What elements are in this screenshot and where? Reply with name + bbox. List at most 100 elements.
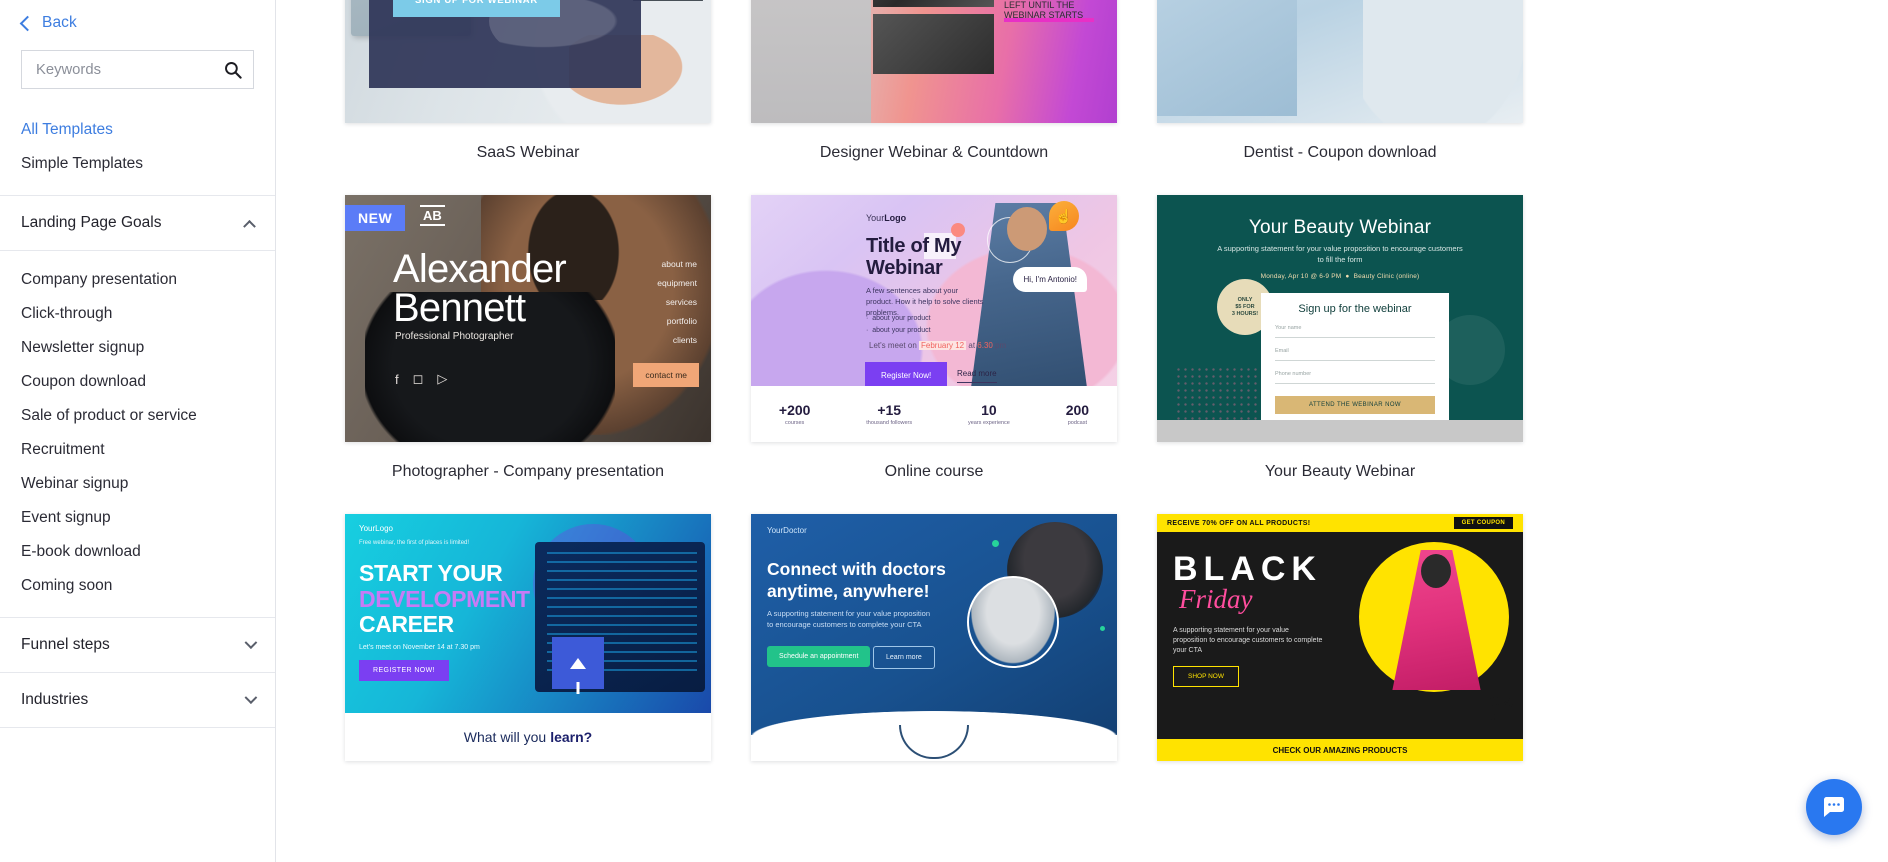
- template-heading: Your Beauty Webinar: [1248, 217, 1432, 238]
- heading-line-1: Alexander: [393, 247, 567, 291]
- template-thumbnail[interactable]: ☝ YourLogo Title of My Webinar A few sen…: [751, 195, 1117, 442]
- template-content-panel: Webinar Exclusive insights into next-gen…: [369, 0, 669, 88]
- decor-head: [1007, 207, 1047, 251]
- template-thumbnail[interactable]: NEW AB Alexander Bennett Professional Ph…: [345, 195, 711, 442]
- template-thumbnail[interactable]: RECEIVE 70% OFF ON ALL PRODUCTS! GET COU…: [1157, 514, 1523, 761]
- template-grid: Webinar Exclusive insights into next-gen…: [276, 0, 1523, 813]
- template-card[interactable]: NEW AB Alexander Bennett Professional Ph…: [345, 195, 711, 514]
- heading-line-1: Title of My: [866, 235, 962, 257]
- template-paragraph: A supporting statement for your value pr…: [767, 609, 931, 629]
- heading-line-2: Webinar: [866, 257, 943, 279]
- countdown-caption: LEFT UNTIL THE WEBINAR STARTS: [1004, 0, 1084, 20]
- logo-prefix: Your: [866, 213, 885, 223]
- back-button[interactable]: Back: [0, 0, 275, 32]
- template-stats-row: +200 courses +15 thousand followers 10 y…: [751, 386, 1117, 442]
- template-gallery-page: Back All Templates Simple Templates Land…: [0, 0, 1888, 862]
- sidebar-item-event-signup[interactable]: Event signup: [0, 501, 275, 535]
- form-title: Sign up for the webinar: [1298, 303, 1412, 315]
- section-industries[interactable]: Industries: [0, 673, 275, 728]
- heading-line-1: Connect with doctors: [767, 559, 946, 579]
- promo-banner: RECEIVE 70% OFF ON ALL PRODUCTS! GET COU…: [1157, 514, 1523, 532]
- template-thumbnail[interactable]: YourDoctor Connect with doctors anytime,…: [751, 514, 1117, 761]
- stat-item: +200 courses: [779, 402, 811, 426]
- template-card[interactable]: YourLogo Free webinar, the first of plac…: [345, 514, 711, 813]
- sidebar-item-sale-of-product[interactable]: Sale of product or service: [0, 399, 275, 433]
- template-card-title: SaaS Webinar: [476, 144, 580, 161]
- search-icon[interactable]: [224, 61, 242, 79]
- sidebar-item-company-presentation[interactable]: Company presentation: [0, 263, 275, 297]
- sidebar-item-simple-templates[interactable]: Simple Templates: [0, 147, 275, 181]
- template-card[interactable]: ☝ YourLogo Title of My Webinar A few sen…: [751, 195, 1117, 514]
- template-card[interactable]: YourDoctor Connect with doctors anytime,…: [751, 514, 1117, 813]
- template-cta-button: REGISTER NOW!: [359, 660, 449, 681]
- template-note: Free webinar, the first of places is lim…: [359, 540, 470, 546]
- decor-head: [1421, 554, 1451, 588]
- scroll-to-top-button[interactable]: [552, 637, 604, 694]
- template-date: Let's meet on November 14 at 7.30 pm: [359, 644, 480, 651]
- template-cta-secondary: Read more: [957, 369, 997, 383]
- template-paragraph: A supporting statement for your value pr…: [1173, 627, 1323, 654]
- sidebar-item-all-templates[interactable]: All Templates: [0, 113, 275, 147]
- chat-widget-button[interactable]: [1806, 779, 1862, 835]
- template-thumbnail[interactable]: INNOVATION: A LIVE WEBINAR JOIN US FOR E…: [751, 0, 1117, 123]
- section-landing-page-goals[interactable]: Landing Page Goals: [0, 196, 275, 251]
- template-nav-menu: about me equipment services portfolio cl…: [657, 255, 697, 350]
- filter-sidebar: Back All Templates Simple Templates Land…: [0, 0, 276, 862]
- promo-text: RECEIVE 70% OFF ON ALL PRODUCTS!: [1167, 519, 1311, 527]
- template-cta-secondary: Learn more: [873, 646, 935, 669]
- logo-bold: Logo: [884, 213, 907, 223]
- decor-glove: [1363, 0, 1523, 123]
- chevron-down-icon: [244, 635, 258, 649]
- template-card-title: [751, 761, 1117, 813]
- template-card-title: Photographer - Company presentation: [391, 463, 665, 480]
- meeting-date: February 12: [919, 341, 967, 350]
- decor-photo: [873, 0, 994, 7]
- chevron-up-icon: [243, 219, 256, 233]
- menu-item: about me: [661, 259, 697, 269]
- template-card[interactable]: Your Beauty Webinar A supporting stateme…: [1157, 195, 1523, 514]
- sidebar-item-recruitment[interactable]: Recruitment: [0, 433, 275, 467]
- decor-dot: [992, 540, 999, 547]
- sidebar-item-webinar-signup[interactable]: Webinar signup: [0, 467, 275, 501]
- form-field: Email: [1275, 348, 1435, 361]
- heading-line-1: START YOUR: [359, 560, 503, 586]
- play-icon: ▷: [437, 371, 448, 386]
- arrow-up-icon: [570, 657, 586, 694]
- template-footer-band: What will you learn?: [345, 713, 711, 761]
- sidebar-item-newsletter-signup[interactable]: Newsletter signup: [0, 331, 275, 365]
- template-card[interactable]: on your first visit A supporting stateme…: [1157, 0, 1523, 195]
- stat-item: 200 podcast: [1066, 402, 1089, 426]
- chevron-down-icon: [244, 690, 258, 704]
- template-thumbnail[interactable]: on your first visit A supporting stateme…: [1157, 0, 1523, 123]
- search-box[interactable]: [21, 50, 270, 89]
- menu-item: clients: [672, 335, 697, 345]
- section-funnel-steps[interactable]: Funnel steps: [0, 618, 275, 673]
- hand-pointer-icon: ☝: [1049, 201, 1079, 231]
- template-card-title: [1157, 761, 1523, 813]
- template-thumbnail[interactable]: YourLogo Free webinar, the first of plac…: [345, 514, 711, 761]
- sidebar-item-coupon-download[interactable]: Coupon download: [0, 365, 275, 399]
- stat-label: years experience: [967, 420, 1010, 426]
- stat-label: podcast: [1067, 420, 1088, 426]
- menu-item: services: [665, 297, 697, 307]
- template-cta-button: SHOP NOW: [1173, 666, 1239, 687]
- back-label: Back: [42, 14, 77, 31]
- sidebar-item-coming-soon[interactable]: Coming soon: [0, 569, 275, 603]
- template-cta-primary: Schedule an appointment: [767, 646, 871, 667]
- sidebar-item-ebook-download[interactable]: E-book download: [0, 535, 275, 569]
- discount-label: OFF: [1489, 713, 1506, 722]
- decor-dot: [1100, 626, 1105, 631]
- template-logo: YourLogo: [359, 524, 393, 533]
- template-card[interactable]: RECEIVE 70% OFF ON ALL PRODUCTS! GET COU…: [1157, 514, 1523, 813]
- section-title: Funnel steps: [21, 636, 110, 653]
- sidebar-item-click-through[interactable]: Click-through: [0, 297, 275, 331]
- template-card[interactable]: INNOVATION: A LIVE WEBINAR JOIN US FOR E…: [751, 0, 1117, 195]
- template-heading: Alexander Bennett: [393, 247, 567, 328]
- social-icons: f ◻ ▷: [395, 371, 447, 387]
- decor-left-panel: [751, 0, 871, 123]
- stat-value: +15: [877, 402, 902, 418]
- template-thumbnail[interactable]: Webinar Exclusive insights into next-gen…: [345, 0, 711, 123]
- form-submit-button: ATTEND THE WEBINAR NOW: [1275, 396, 1435, 414]
- template-card[interactable]: Webinar Exclusive insights into next-gen…: [345, 0, 711, 195]
- template-thumbnail[interactable]: Your Beauty Webinar A supporting stateme…: [1157, 195, 1523, 442]
